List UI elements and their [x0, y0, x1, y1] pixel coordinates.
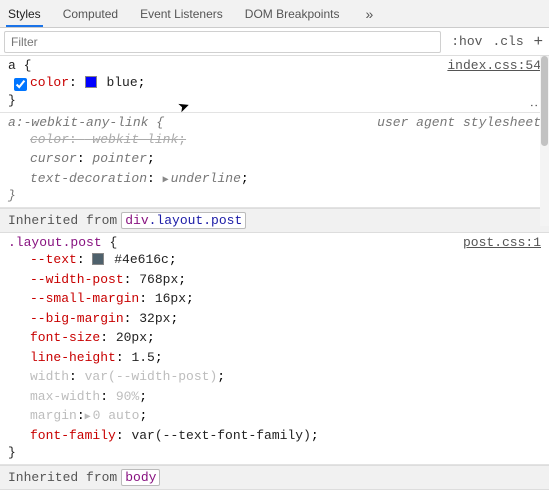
selector[interactable]: a	[8, 58, 16, 73]
style-rule: index.css:54 a { color: blue; } ⋮	[0, 56, 549, 113]
scrollbar-thumb[interactable]	[541, 56, 548, 146]
cls-toggle[interactable]: .cls	[492, 34, 523, 49]
declaration-inactive[interactable]: max-width: 90%;	[8, 387, 541, 407]
hov-toggle[interactable]: :hov	[451, 34, 482, 49]
selector: a:-webkit-any-link	[8, 115, 148, 130]
style-rule-ua: user agent stylesheet a:-webkit-any-link…	[0, 113, 549, 209]
style-rule: post.css:1 .layout.post { --text: #4e616…	[0, 233, 549, 465]
color-swatch-icon[interactable]	[85, 76, 97, 88]
declaration: text-decoration: ▶underline;	[8, 169, 541, 189]
declaration-overridden: color: -webkit-link;	[8, 130, 541, 150]
filter-row: :hov .cls +	[0, 28, 549, 56]
close-brace: }	[8, 93, 16, 108]
declaration[interactable]: font-family: var(--text-font-family);	[8, 426, 541, 446]
tab-styles[interactable]: Styles	[6, 0, 43, 27]
declaration-inactive[interactable]: margin:▶0 auto;	[8, 406, 541, 426]
declaration[interactable]: --big-margin: 32px;	[8, 309, 541, 329]
element-badge[interactable]: body	[121, 469, 160, 486]
filter-input[interactable]	[4, 31, 441, 53]
source-link[interactable]: index.css:54	[447, 58, 541, 73]
inherited-header: Inherited from body	[0, 465, 549, 490]
declaration-inactive[interactable]: width: var(--width-post);	[8, 367, 541, 387]
expand-icon[interactable]: ▶	[85, 410, 91, 425]
declaration[interactable]: --width-post: 768px;	[8, 270, 541, 290]
expand-icon[interactable]: ▶	[163, 173, 169, 188]
declaration: cursor: pointer;	[8, 149, 541, 169]
ua-stylesheet-label: user agent stylesheet	[377, 115, 541, 130]
declaration[interactable]: --text: #4e616c;	[8, 250, 541, 270]
inherited-label: Inherited from	[8, 213, 117, 228]
color-swatch-icon[interactable]	[92, 253, 104, 265]
tabs-overflow-icon[interactable]: »	[365, 6, 373, 22]
property-name[interactable]: color	[30, 75, 69, 90]
declaration[interactable]: font-size: 20px;	[8, 328, 541, 348]
inherited-label: Inherited from	[8, 470, 117, 485]
open-brace: {	[24, 58, 32, 73]
selector[interactable]: .layout.post	[8, 235, 102, 250]
new-style-rule-button[interactable]: +	[534, 33, 543, 51]
styles-tabs: Styles Computed Event Listeners DOM Brea…	[0, 0, 549, 28]
source-link[interactable]: post.css:1	[463, 235, 541, 250]
tab-computed[interactable]: Computed	[61, 0, 120, 27]
tab-dom-breakpoints[interactable]: DOM Breakpoints	[243, 0, 342, 27]
declaration[interactable]: line-height: 1.5;	[8, 348, 541, 368]
declaration[interactable]: --small-margin: 16px;	[8, 289, 541, 309]
inherited-header: Inherited from div.layout.post	[0, 208, 549, 233]
property-value[interactable]: blue	[106, 75, 137, 90]
declaration[interactable]: color: blue;	[8, 73, 541, 93]
declaration-toggle[interactable]	[14, 78, 27, 91]
element-badge[interactable]: div.layout.post	[121, 212, 246, 229]
tab-event-listeners[interactable]: Event Listeners	[138, 0, 225, 27]
